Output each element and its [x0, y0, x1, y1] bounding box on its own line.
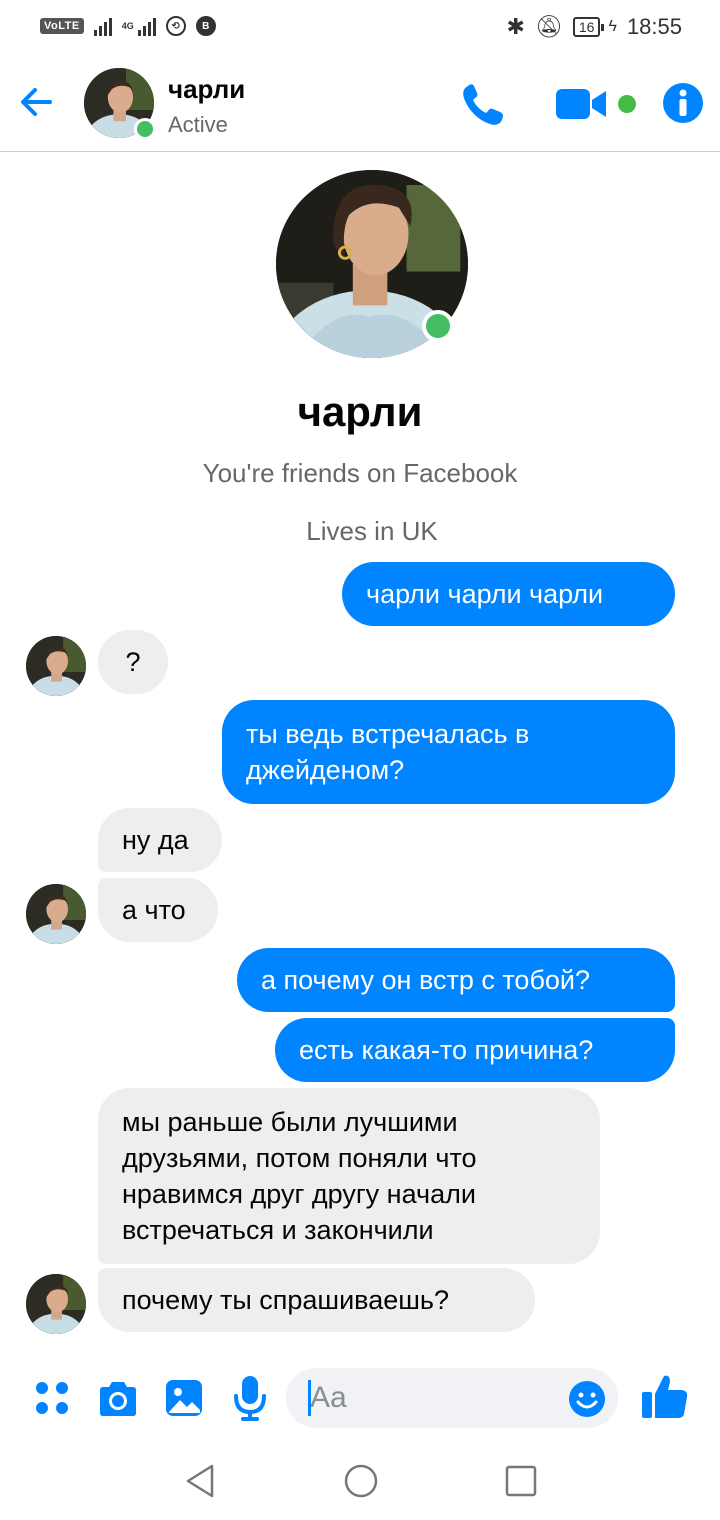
message-bubble-outgoing[interactable]: чарли чарли чарли: [342, 562, 675, 626]
message-bubble-incoming[interactable]: ну да: [98, 808, 222, 872]
signal-icon: [93, 16, 112, 36]
profile-lives-text: Lives in UK: [306, 516, 438, 546]
back-arrow-icon[interactable]: [16, 82, 56, 122]
data-saver-icon: ⟲: [165, 16, 186, 36]
video-camera-icon[interactable]: [554, 84, 610, 124]
message-bubble-incoming[interactable]: почему ты спрашиваешь?: [98, 1268, 535, 1332]
video-active-dot: [618, 95, 636, 113]
message-bubble-outgoing[interactable]: а почему он встр с тобой?: [237, 948, 675, 1012]
message-bubble-incoming[interactable]: мы раньше были лучшими друзьями, потом п…: [98, 1088, 600, 1264]
network-type: 4G: [121, 20, 134, 31]
apps-grid-icon[interactable]: [34, 1380, 70, 1416]
message-bubble-incoming[interactable]: ?: [98, 630, 168, 694]
avatar[interactable]: [26, 884, 86, 944]
text-caret: [308, 1380, 311, 1416]
profile-name: чарли: [297, 388, 423, 435]
message-composer: [0, 1360, 720, 1440]
thumbs-up-icon[interactable]: [640, 1372, 690, 1422]
avatar[interactable]: [26, 636, 86, 696]
online-indicator: [422, 310, 454, 342]
conversation-header: чарли Active: [0, 60, 720, 152]
contact-name[interactable]: чарли: [168, 74, 245, 105]
profile-friends-text: You're friends on Facebook: [202, 458, 518, 488]
status-bar: VoLTE 4G ⟲ B ✱ 🔕︎ 16 ϟ 18:55: [0, 0, 720, 56]
nav-back-icon[interactable]: [182, 1462, 220, 1500]
microphone-icon[interactable]: [232, 1374, 268, 1422]
phone-icon[interactable]: [460, 82, 508, 126]
message-bubble-outgoing[interactable]: есть какая-то причина?: [275, 1018, 675, 1082]
camera-icon[interactable]: [96, 1380, 140, 1418]
online-indicator: [134, 118, 156, 140]
signal-icon-2: [137, 16, 156, 36]
image-icon[interactable]: [164, 1378, 204, 1418]
contact-status: Active: [168, 112, 228, 137]
avatar[interactable]: [84, 68, 156, 140]
avatar[interactable]: [26, 1274, 86, 1334]
bluetooth-icon: ✱: [506, 14, 525, 39]
message-bubble-outgoing[interactable]: ты ведь встречалась в джейденом?: [222, 700, 675, 804]
volte-indicator: VoLTE: [40, 18, 84, 34]
clock: 18:55: [626, 14, 682, 39]
nav-home-icon[interactable]: [342, 1462, 380, 1500]
system-navigation-bar: [0, 1440, 720, 1520]
charging-icon: ϟ: [608, 18, 617, 35]
profile-avatar[interactable]: [276, 170, 468, 358]
smile-icon[interactable]: [568, 1380, 606, 1418]
notification-icon: B: [195, 16, 216, 36]
message-bubble-incoming[interactable]: а что: [98, 878, 218, 942]
nav-recents-icon[interactable]: [502, 1462, 540, 1500]
mute-icon: 🔕︎: [534, 14, 563, 39]
info-icon[interactable]: [662, 82, 704, 124]
battery-icon: 16: [572, 17, 604, 37]
